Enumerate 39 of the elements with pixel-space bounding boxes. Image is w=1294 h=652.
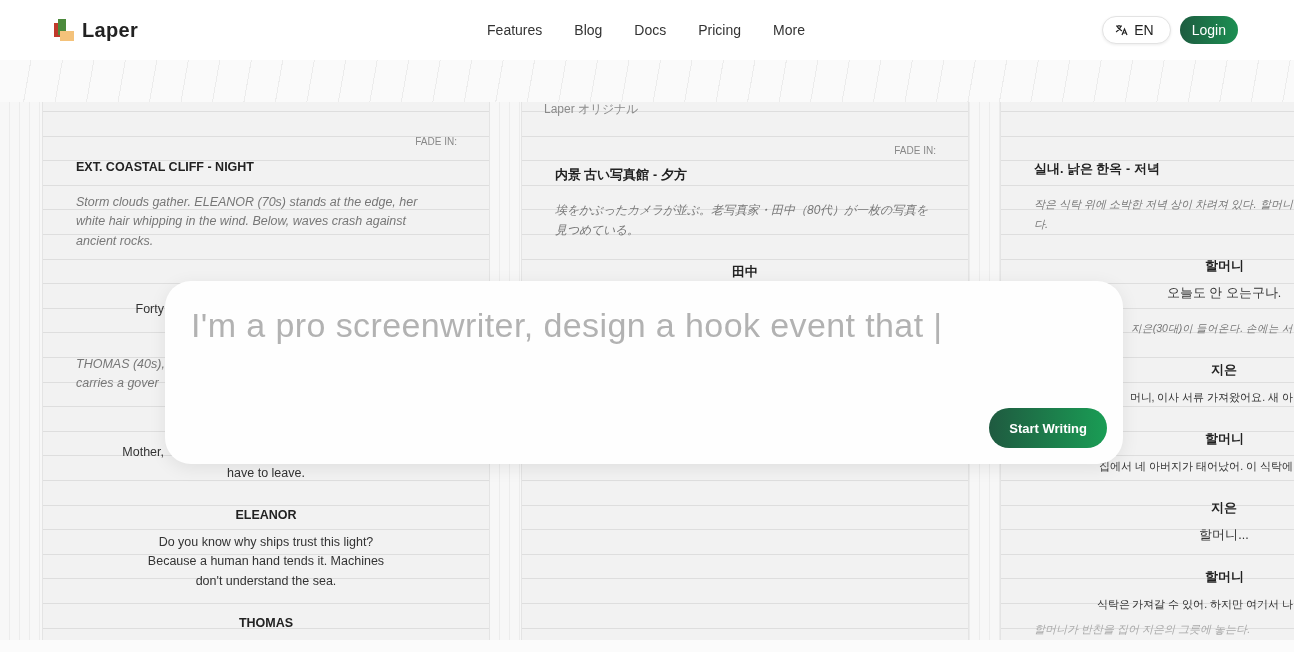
dialogue-text: 머니, 이사 서류 가져왔어요. 새 아 bbox=[1129, 389, 1293, 405]
character-name: 할머니 bbox=[1204, 431, 1244, 448]
dialogue-text: have to leave. bbox=[227, 464, 305, 482]
character-name: 지은 bbox=[1211, 500, 1237, 517]
nav-link[interactable]: Pricing bbox=[698, 22, 742, 38]
nav-link[interactable]: More bbox=[773, 22, 805, 38]
character-name: 지은 bbox=[1211, 362, 1237, 379]
scene-heading: 内景 古い写真館 - 夕方 bbox=[555, 166, 687, 184]
dialogue-text: 할머니... bbox=[1199, 526, 1249, 544]
scene-heading: 실내. 낡은 한옥 - 저녁 bbox=[1034, 161, 1160, 178]
action-text: 할머니가 반찬을 집어 지은의 그릇에 놓는다. bbox=[1034, 622, 1251, 636]
character-name: ELEANOR bbox=[235, 507, 297, 524]
dialogue-text: 오늘도 안 오는구나. bbox=[1166, 284, 1282, 302]
character-name: 할머니 bbox=[1204, 258, 1244, 275]
translate-icon bbox=[1115, 24, 1129, 36]
dialogue-text: Do you know why ships trust this light? Because a human hand tends it. Machines don't understand the sea. bbox=[147, 533, 385, 590]
character-name: 田中 bbox=[732, 264, 758, 281]
transition-text: FADE IN: bbox=[415, 135, 457, 149]
action-text: THOMAS (40s), carries a gover bbox=[76, 355, 165, 392]
action-text: Storm clouds gather. ELEANOR (70s) stands at the edge, her white hair whipping in the wind. Below, waves crash against ancient rocks. bbox=[76, 193, 418, 250]
logo-icon bbox=[54, 19, 76, 41]
logo-text: Laper bbox=[82, 18, 138, 42]
nav-link[interactable]: Docs bbox=[634, 22, 667, 38]
character-name: THOMAS bbox=[238, 615, 294, 632]
page-label: Laper オリジナル bbox=[544, 102, 639, 117]
action-text: 埃をかぶったカメラが並ぶ。老写真家・田中（80代）が一枚の写真を見つめている。 bbox=[555, 202, 930, 239]
transition-text: FADE IN: bbox=[894, 143, 936, 158]
nav-link[interactable]: Features bbox=[487, 22, 543, 38]
start-writing-button[interactable]: Start Writing bbox=[989, 408, 1107, 448]
action-text: 작은 식탁 위에 소박한 저녁 상이 차려져 있다. 할머니 다. bbox=[1034, 197, 1293, 232]
scene-heading: EXT. COASTAL CLIFF - NIGHT bbox=[76, 158, 254, 176]
action-text: 지은(30대)이 들어온다. 손에는 서 bbox=[1130, 320, 1293, 336]
language-button[interactable]: EN bbox=[1102, 16, 1171, 44]
dialogue-text: 식탁은 가져갈 수 있어. 하지만 여기서 나 bbox=[1096, 596, 1293, 612]
dialogue-text: Mother, bbox=[122, 443, 164, 461]
nav-link[interactable]: Blog bbox=[574, 22, 603, 38]
dialogue-text: Forty bbox=[135, 301, 164, 318]
character-name: 할머니 bbox=[1204, 569, 1244, 586]
login-button[interactable]: Login bbox=[1179, 16, 1238, 44]
